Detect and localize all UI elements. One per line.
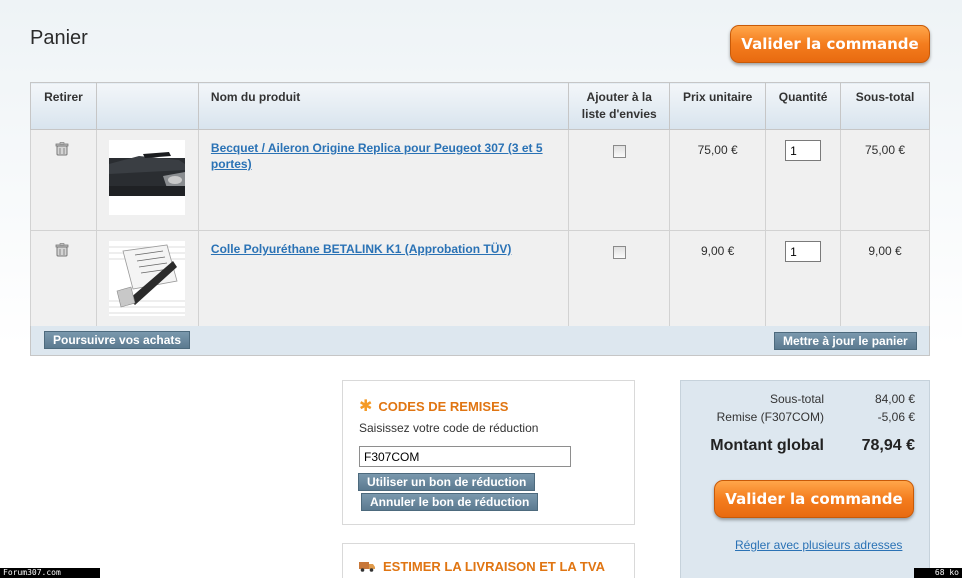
car-spoiler-photo[interactable] [108, 140, 185, 215]
subtotal-value: 84,00 € [874, 392, 915, 406]
table-row: Colle Polyuréthane BETALINK K1 (Approbat… [30, 230, 930, 332]
product-name-cell: Becquet / Aileron Origine Replica pour P… [197, 129, 570, 231]
page-title: Panier [30, 27, 88, 49]
wishlist-cell [568, 129, 671, 231]
shipping-estimate-title: ESTIMER LA LIVRAISON ET LA TVA [383, 559, 605, 574]
discount-codes-box: ✱ CODES DE REMISES Saisissez votre code d… [342, 380, 635, 525]
continue-shopping-button[interactable]: Poursuivre vos achats [44, 331, 191, 349]
discount-label: Remise (F307COM) [716, 410, 824, 424]
header-subtotal: Sous-total [840, 82, 930, 130]
product-name-cell: Colle Polyuréthane BETALINK K1 (Approbat… [197, 230, 570, 332]
glue-product-photo[interactable] [108, 241, 185, 316]
header-unit-price: Prix unitaire [669, 82, 767, 130]
header-quantity: Quantité [765, 82, 842, 130]
cart-table-footer: Poursuivre vos achats Mettre à jour le p… [30, 326, 930, 356]
cart-header-row: Retirer Nom du produit Ajouter à la list… [30, 82, 930, 130]
discount-codes-heading: ✱ CODES DE REMISES [359, 396, 508, 416]
row-subtotal: 9,00 € [868, 244, 902, 258]
quantity-cell [765, 230, 842, 332]
truck-icon [359, 562, 375, 572]
header-product-name: Nom du produit [197, 82, 570, 130]
unit-price: 75,00 € [697, 143, 738, 157]
wishlist-checkbox[interactable] [612, 145, 626, 158]
checkout-button-top[interactable]: Valider la commande [730, 25, 930, 63]
product-link[interactable]: Becquet / Aileron Origine Replica pour P… [211, 141, 543, 171]
header-image [95, 82, 199, 130]
apply-coupon-button[interactable]: Utiliser un bon de réduction [358, 473, 536, 491]
quantity-cell [765, 129, 842, 231]
cancel-coupon-button[interactable]: Annuler le bon de réduction [361, 493, 539, 511]
quantity-input[interactable] [785, 241, 822, 262]
image-cell [95, 129, 199, 231]
quantity-input[interactable] [785, 140, 822, 161]
multi-address-checkout-link[interactable]: Régler avec plusieurs adresses [735, 538, 902, 552]
header-remove: Retirer [30, 82, 97, 130]
grand-total-value: 78,94 € [861, 437, 915, 454]
trash-icon[interactable] [55, 243, 71, 257]
subtotal-label: Sous-total [769, 392, 824, 406]
unit-price-cell: 75,00 € [669, 129, 767, 231]
cart-totals-box: Sous-total 84,00 € Remise (F307COM) -5,0… [680, 380, 930, 578]
subtotal-cell: 75,00 € [840, 129, 930, 231]
discount-codes-title: CODES DE REMISES [378, 399, 509, 414]
discount-value: -5,06 € [877, 410, 915, 424]
update-cart-button[interactable]: Mettre à jour le panier [774, 332, 917, 350]
unit-price-cell: 9,00 € [669, 230, 767, 332]
discount-code-prompt: Saisissez votre code de réduction [359, 421, 539, 435]
remove-cell [30, 129, 97, 231]
header-wishlist: Ajouter à la liste d'envies [568, 82, 671, 130]
product-link[interactable]: Colle Polyuréthane BETALINK K1 (Approbat… [211, 242, 511, 256]
discount-code-input[interactable] [359, 446, 571, 467]
asterisk-icon: ✱ [359, 398, 373, 415]
trash-icon[interactable] [55, 142, 71, 156]
cart-table: Retirer Nom du produit Ajouter à la list… [30, 82, 930, 332]
grand-total-label: Montant global [710, 437, 824, 454]
unit-price: 9,00 € [700, 244, 735, 258]
shipping-estimate-heading[interactable]: ESTIMER LA LIVRAISON ET LA TVA [359, 559, 605, 574]
image-cell [95, 230, 199, 332]
checkout-button-bottom[interactable]: Valider la commande [714, 480, 914, 518]
subtotal-cell: 9,00 € [840, 230, 930, 332]
shipping-estimate-box: ESTIMER LA LIVRAISON ET LA TVA [342, 543, 635, 578]
table-row: Becquet / Aileron Origine Replica pour P… [30, 129, 930, 231]
wishlist-cell [568, 230, 671, 332]
remove-cell [30, 230, 97, 332]
wishlist-checkbox[interactable] [612, 246, 626, 259]
watermark-right: 68 ko [914, 568, 962, 578]
row-subtotal: 75,00 € [865, 143, 906, 157]
watermark-left: Forum307.com [0, 568, 100, 578]
